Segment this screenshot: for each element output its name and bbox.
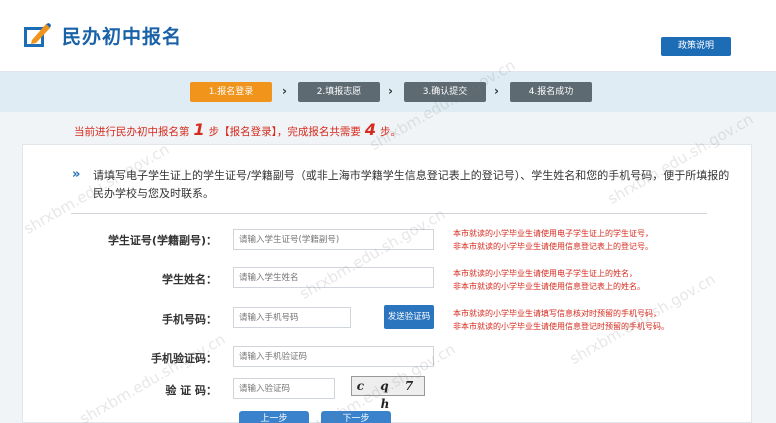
phone-label: 手机号码：	[162, 313, 217, 326]
phone-hint: 本市就读的小学毕业生请填写信息核对时预留的手机号码， 非本市就读的小学毕业生请使…	[453, 309, 669, 331]
chevron-right-icon: ›	[282, 84, 287, 98]
phone-input[interactable]	[233, 307, 351, 328]
total-steps-number: 4	[364, 120, 377, 139]
current-step-number: 1	[193, 120, 205, 139]
step-progress: 1.报名登录 › 2.填报志愿 › 3.确认提交 › 4.报名成功	[0, 72, 776, 112]
captcha-image[interactable]: c q 7 h	[351, 376, 425, 411]
phone-code-label: 手机验证码：	[151, 352, 217, 365]
divider	[71, 213, 707, 214]
student-name-label: 学生姓名：	[162, 273, 217, 286]
step-3: 3.确认提交	[404, 82, 486, 102]
double-chevron-icon: »	[72, 167, 81, 182]
student-id-label: 学生证号(学籍副号)：	[107, 234, 217, 247]
step-notice: 当前进行民办初中报名第 1 步【报名登录】，完成报名共需要 4 步。	[74, 120, 402, 139]
step-1: 1.报名登录	[190, 82, 272, 102]
chevron-right-icon: ›	[388, 84, 393, 98]
step-2: 2.填报志愿	[298, 82, 380, 102]
edit-form-icon	[24, 23, 51, 47]
step-4: 4.报名成功	[510, 82, 592, 102]
captcha-label: 验 证 码：	[165, 384, 217, 397]
next-step-button[interactable]: 下一步	[321, 411, 391, 423]
student-name-hint: 本市就读的小学毕业生请使用电子学生证上的姓名， 非本市就读的小学毕业生请使用信息…	[453, 269, 645, 291]
student-id-hint: 本市就读的小学毕业生请使用电子学生证上的学生证号， 非本市就读的小学毕业生请使用…	[453, 229, 653, 251]
page-title: 民办初中报名	[62, 26, 183, 48]
form-instructions: 请填写电子学生证上的学生证号/学籍副号（或非上海市学籍学生信息登记表上的登记号）…	[93, 169, 730, 200]
policy-button[interactable]: 政策说明	[661, 37, 731, 56]
page-header: 民办初中报名 政策说明	[0, 0, 776, 72]
login-form-panel: » 请填写电子学生证上的学生证号/学籍副号（或非上海市学籍学生信息登记表上的登记…	[22, 144, 752, 423]
prev-step-button[interactable]: 上一步	[239, 411, 309, 423]
captcha-input[interactable]	[233, 378, 335, 399]
chevron-right-icon: ›	[494, 84, 499, 98]
student-id-input[interactable]	[233, 229, 434, 250]
phone-code-input[interactable]	[233, 346, 434, 367]
student-name-input[interactable]	[233, 267, 434, 288]
send-code-button[interactable]: 发送验证码	[384, 305, 434, 329]
